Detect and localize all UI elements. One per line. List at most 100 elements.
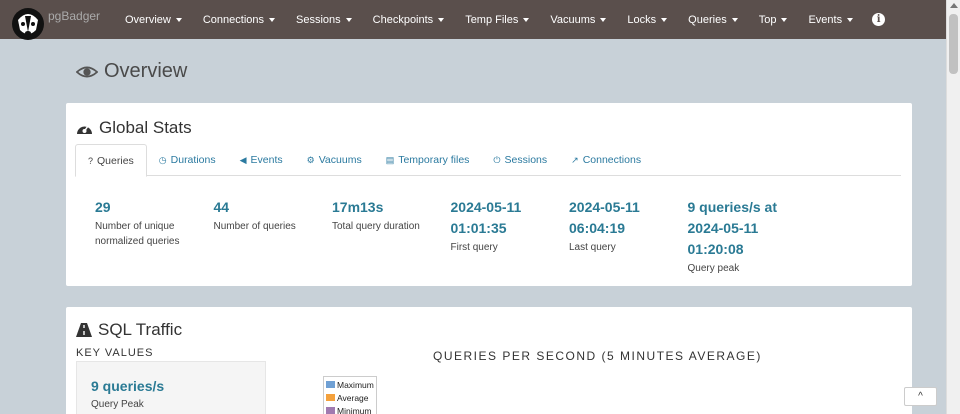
eye-icon [76,66,98,77]
tab-sessions[interactable]: ⏻ Sessions [481,144,559,176]
nav-item-queries[interactable]: Queries [678,0,749,39]
nav-item-events[interactable]: Events [798,0,864,39]
nav-item-label: Locks [627,13,657,26]
global-stats-title: Global Stats [99,118,192,137]
legend-item: Maximum [326,378,374,391]
nav-item-label: Checkpoints [372,13,434,26]
chart-title: QUERIES PER SECOND (5 MINUTES AVERAGE) [433,349,762,363]
query-peak-label: Query Peak [91,399,144,410]
tab-label: Durations [170,154,216,166]
nav-item-label: Queries [688,13,727,26]
stat-item: 2024-05-11 06:04:19 Last query [569,197,688,276]
caret-down-icon [731,17,738,22]
nav-item-connections[interactable]: Connections [193,0,286,39]
caret-down-icon [847,17,854,22]
nav-menu: Overview Connections Sessions Checkpoints Te… [115,0,886,39]
brand[interactable]: pgBadger [10,4,100,40]
tab-durations[interactable]: ◷ Durations [147,144,228,176]
legend-swatch [326,407,335,414]
legend-label: Minimum [337,405,372,414]
stat-item: 44 Number of queries [214,197,333,276]
stat-value: 2024-05-11 [687,220,759,236]
caret-down-icon [523,17,530,22]
stat-item: 17m13s Total query duration [332,197,451,276]
tab-label: Events [250,154,283,166]
caret-down-icon [600,17,607,22]
stat-label: Number of queries [213,221,296,232]
nav-item-label: Temp Files [465,13,519,26]
question-circle-icon: ? [88,155,94,166]
nav-item-temp-files[interactable]: Temp Files [455,0,540,39]
tab-label: Queries [97,154,134,167]
key-value-box: 9 queries/s Query Peak [76,361,266,414]
stat-value: 01:20:08 [687,241,744,257]
nav-item-label: Events [808,13,843,26]
legend-swatch [326,381,335,388]
stat-value: 29 [95,199,111,215]
stat-value: 44 [213,199,230,215]
stat-value: 2024-05-11 [569,199,640,215]
legend-item: Average [326,391,374,404]
stat-label: First query [450,242,498,253]
scrollbar[interactable] [946,0,960,414]
power-icon: ⏻ [493,154,501,165]
dashboard-icon [77,125,92,134]
clock-icon: ◷ [158,154,167,165]
nav-item-checkpoints[interactable]: Checkpoints [363,0,456,39]
key-values-heading: KEY VALUES [76,347,154,359]
stat-value: 01:01:35 [450,220,507,236]
stat-value: 06:04:19 [569,220,626,236]
caret-down-icon [438,17,445,22]
tab-queries[interactable]: ? Queries [75,144,147,177]
stat-item: 9 queries/s at 2024-05-11 01:20:08 Query pe… [688,197,807,276]
badger-logo-icon [12,7,44,40]
nav-item-locks[interactable]: Locks [617,0,678,39]
tab-label: Connections [582,154,642,166]
nav-item-overview[interactable]: Overview [115,0,193,39]
external-link-icon: ↗ [571,154,579,165]
back-to-top-button[interactable]: ^ [904,387,937,406]
caret-down-icon [345,17,352,22]
caret-down-icon [269,17,275,22]
tab-label: Sessions [504,154,548,166]
stat-label: normalized queries [95,236,180,247]
chart-legend: Maximum Average Minimum [323,376,377,414]
caret-down-icon [175,17,182,22]
global-stats-values: 29 Number of unique normalized queries 44 Nu… [95,197,806,276]
scroll-thumb[interactable] [949,14,958,74]
page-title-text: Overview [104,60,188,82]
tab-label: Vacuums [318,154,362,166]
sql-traffic-title: SQL Traffic [98,320,183,339]
tab-connections[interactable]: ↗ Connections [559,144,653,176]
stat-label: Number of unique [95,221,175,232]
stat-value: 9 queries/s at [687,199,778,215]
cogs-icon: ⚙ [306,154,315,165]
nav-item-label: Connections [202,13,264,26]
tab-events[interactable]: ◀ Events [228,144,295,176]
caret-down-icon [661,17,668,22]
stat-label: Query peak [687,263,740,274]
stat-value: 2024-05-11 [450,199,522,215]
info-icon[interactable]: i [872,13,886,26]
nav-item-sessions[interactable]: Sessions [286,0,363,39]
nav-item-top[interactable]: Top [749,0,799,39]
nav-item-label: Sessions [296,13,341,26]
tab-vacuums[interactable]: ⚙ Vacuums [295,144,374,176]
legend-swatch [326,394,335,401]
stat-item: 2024-05-11 01:01:35 First query [451,197,570,276]
scroll-up-arrow-icon[interactable] [950,3,958,8]
navbar: pgBadger Overview Connections Sessions Chec… [0,0,946,40]
tab-label: Temporary files [398,154,470,166]
nav-item-vacuums[interactable]: Vacuums [540,0,617,39]
stat-label: Last query [569,242,616,253]
caret-down-icon [781,17,788,22]
file-icon: ▤ [385,154,395,165]
sql-traffic-heading: SQL Traffic [76,320,182,340]
stat-label: Total query duration [332,221,420,232]
legend-item: Minimum [326,404,374,414]
global-stats-tabs: ? Queries ◷ Durations ◀ Events ⚙ Vacuums ▤ Tempor… [75,144,901,177]
legend-label: Average [337,392,369,403]
tab-temporary-files[interactable]: ▤ Temporary files [374,144,482,176]
nav-item-label: Vacuums [550,13,596,26]
stat-value: 17m13s [332,199,384,215]
